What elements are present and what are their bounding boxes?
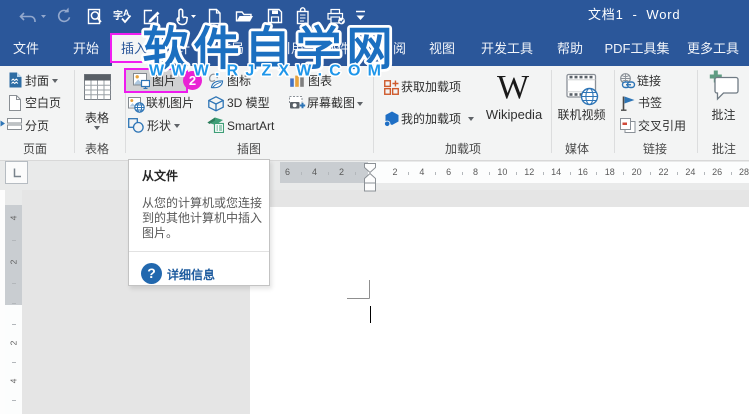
- svg-text:字: 字: [113, 9, 123, 22]
